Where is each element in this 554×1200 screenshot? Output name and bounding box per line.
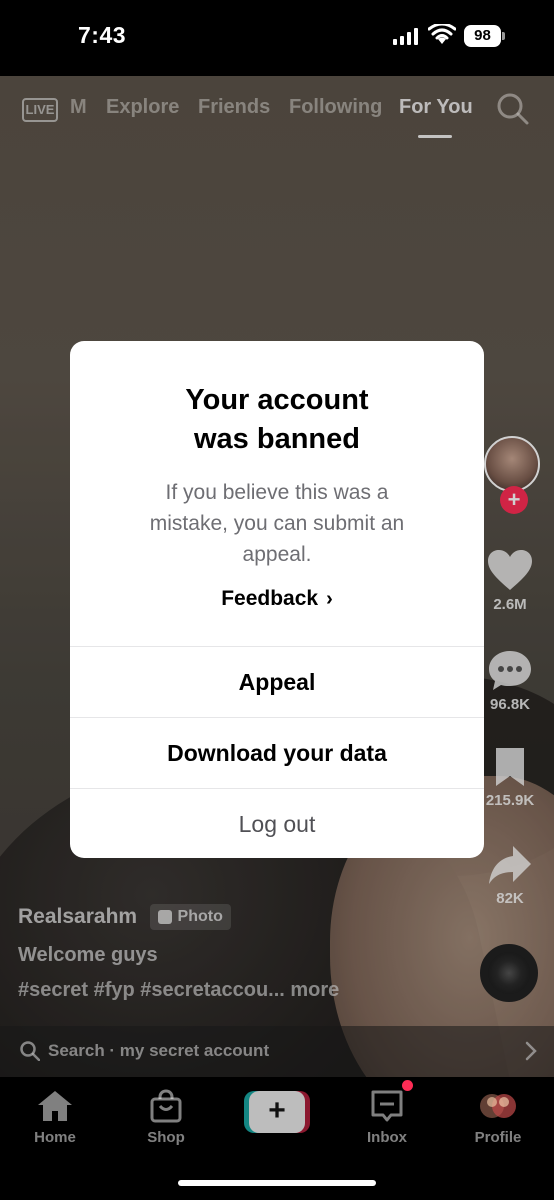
dialog-title: Your account was banned — [70, 381, 484, 459]
tab-inbox[interactable]: Inbox — [342, 1089, 432, 1146]
tab-home-label: Home — [34, 1129, 76, 1146]
account-banned-dialog: Your account was banned If you believe t… — [70, 341, 484, 858]
wifi-icon — [428, 24, 456, 44]
dialog-message: If you believe this was a mistake, you c… — [110, 477, 444, 570]
shopping-bag-icon — [150, 1089, 182, 1123]
battery-level: 98 — [464, 25, 501, 47]
dialog-message-line1: If you believe this was a — [165, 481, 389, 504]
inbox-notification-badge — [402, 1080, 413, 1091]
tab-shop[interactable]: Shop — [121, 1089, 211, 1146]
tab-shop-label: Shop — [147, 1129, 185, 1146]
download-data-button[interactable]: Download your data — [70, 717, 484, 788]
tab-inbox-label: Inbox — [367, 1129, 407, 1146]
tab-profile[interactable]: Profile — [453, 1089, 543, 1146]
profile-avatar-icon — [480, 1094, 516, 1118]
home-icon — [38, 1091, 72, 1121]
create-button[interactable]: + — [244, 1091, 310, 1133]
create-plus-icon: + — [249, 1091, 305, 1133]
dialog-message-line2: mistake, you can submit an — [149, 512, 405, 535]
inbox-icon — [371, 1090, 403, 1122]
dialog-title-line2: was banned — [194, 423, 360, 455]
feedback-label: Feedback — [221, 587, 319, 610]
log-out-button[interactable]: Log out — [70, 788, 484, 858]
feedback-link[interactable]: Feedback › — [70, 587, 484, 611]
home-indicator — [178, 1180, 376, 1186]
dialog-message-line3: appeal. — [242, 543, 312, 566]
tab-home[interactable]: Home — [10, 1089, 100, 1146]
status-bar: 7:43 98 — [0, 0, 554, 76]
battery-icon: 98 — [464, 25, 506, 47]
chevron-right-icon: › — [326, 588, 333, 610]
dialog-title-line1: Your account — [185, 384, 369, 416]
status-time: 7:43 — [78, 22, 127, 48]
appeal-button[interactable]: Appeal — [70, 646, 484, 717]
cellular-signal-icon — [393, 28, 418, 45]
tab-profile-label: Profile — [474, 1129, 522, 1146]
